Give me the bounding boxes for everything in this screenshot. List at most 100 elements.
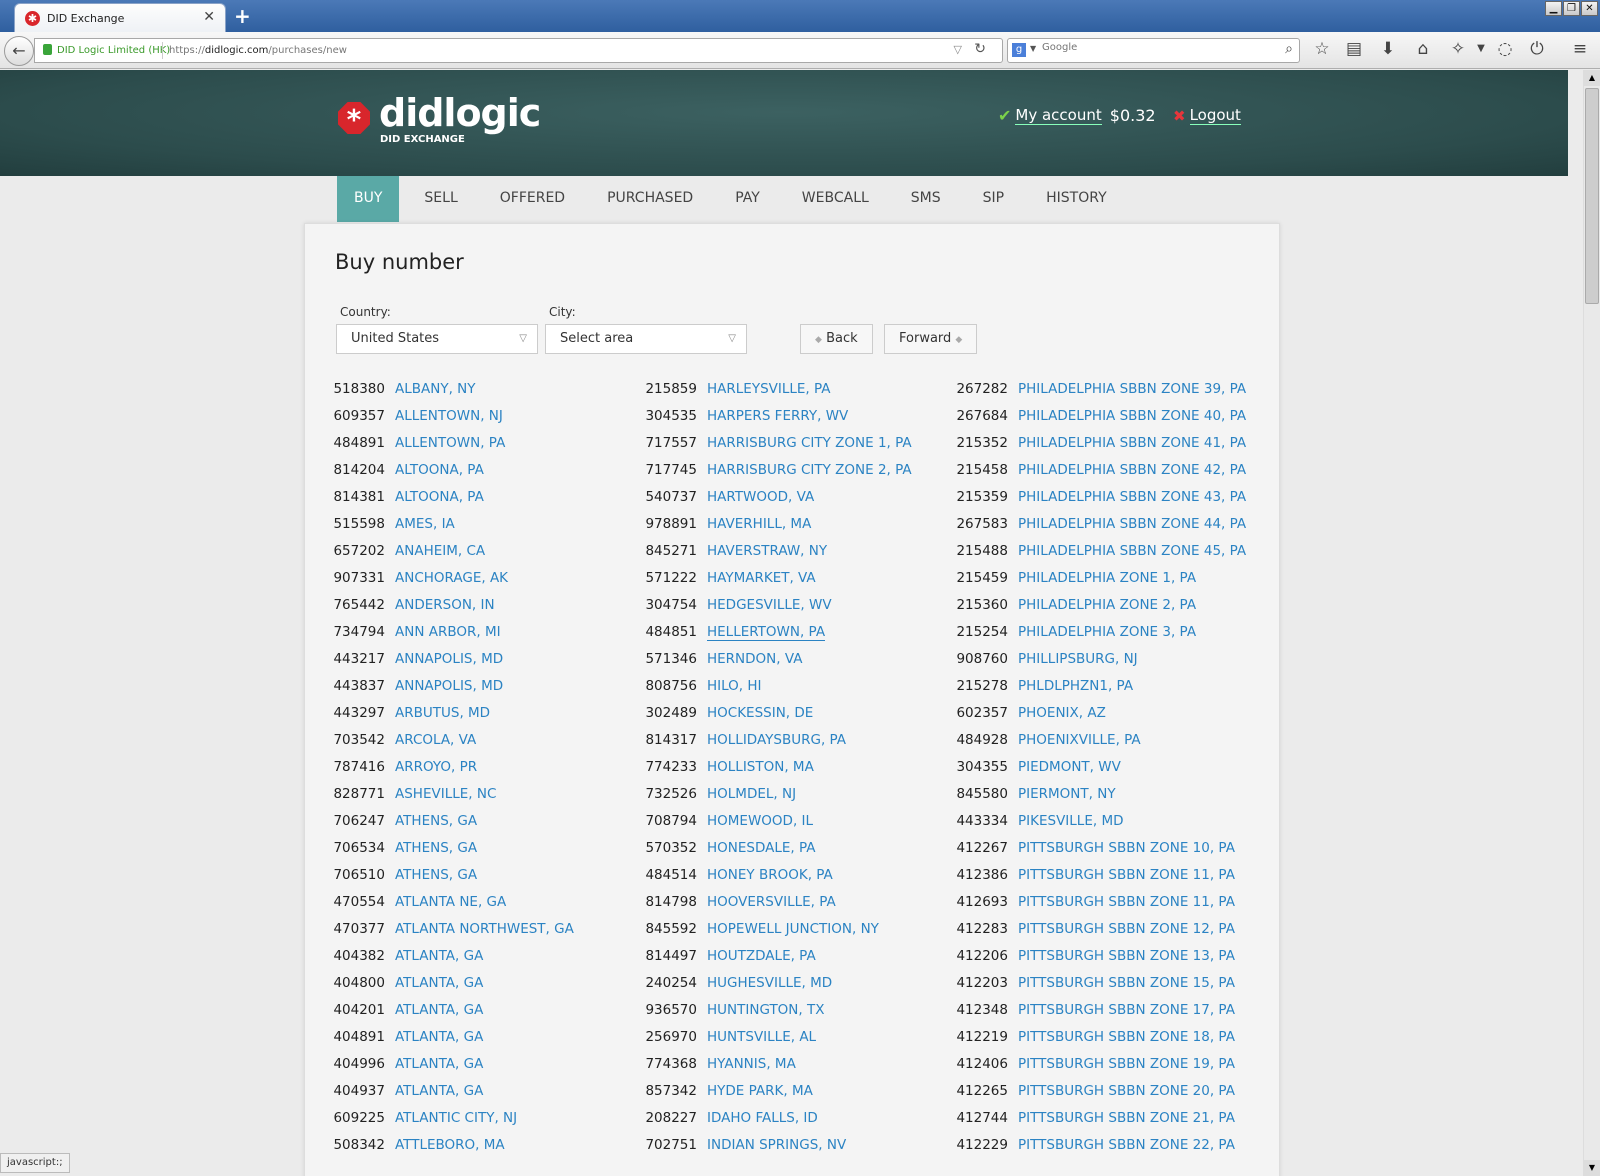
area-city-link[interactable]: ATLANTA, GA xyxy=(395,1029,483,1045)
addon-icon[interactable]: ✧ xyxy=(1447,39,1469,59)
area-city-link[interactable]: ARROYO, PR xyxy=(395,759,477,775)
area-city-link[interactable]: ALTOONA, PA xyxy=(395,462,484,478)
area-city-link[interactable]: PHILADELPHIA ZONE 1, PA xyxy=(1018,570,1196,586)
didlogic-logo-icon[interactable]: * xyxy=(338,102,370,134)
scroll-down-icon[interactable]: ▼ xyxy=(1584,1160,1600,1176)
url-dropdown-icon[interactable]: ▽ xyxy=(954,43,962,56)
area-city-link[interactable]: ATLANTA, GA xyxy=(395,1002,483,1018)
area-city-link[interactable]: PHOENIXVILLE, PA xyxy=(1018,732,1141,748)
back-button[interactable]: ◆ Back xyxy=(800,324,873,354)
new-tab-icon[interactable]: + xyxy=(234,4,251,28)
sync-icon[interactable]: ◌ xyxy=(1494,39,1516,59)
search-icon[interactable]: ⌕ xyxy=(1285,41,1293,57)
area-city-link[interactable]: HOLLISTON, MA xyxy=(707,759,814,775)
area-city-link[interactable]: ALTOONA, PA xyxy=(395,489,484,505)
area-city-link[interactable]: HONESDALE, PA xyxy=(707,840,816,856)
minimize-icon[interactable]: ▁ xyxy=(1545,1,1562,16)
forward-button[interactable]: Forward ◆ xyxy=(884,324,978,354)
url-text[interactable]: https://didlogic.com/purchases/new xyxy=(169,45,347,56)
search-engine-icon[interactable]: g xyxy=(1012,43,1026,57)
logo-text[interactable]: didlogic xyxy=(379,94,541,132)
area-city-link[interactable]: IDAHO FALLS, ID xyxy=(707,1110,818,1126)
nav-sms[interactable]: SMS xyxy=(894,176,958,222)
url-bar[interactable]: DID Logic Limited (HK) https://didlogic.… xyxy=(34,38,1003,63)
area-city-link[interactable]: HOPEWELL JUNCTION, NY xyxy=(707,921,879,937)
area-city-link[interactable]: AMES, IA xyxy=(395,516,455,532)
browser-tab[interactable]: ✱ DID Exchange ✕ xyxy=(14,3,226,33)
area-city-link[interactable]: PHILADELPHIA SBBN ZONE 43, PA xyxy=(1018,489,1246,505)
area-city-link[interactable]: ALBANY, NY xyxy=(395,381,476,397)
area-city-link[interactable]: ALLENTOWN, NJ xyxy=(395,408,503,424)
area-city-link[interactable]: ATLANTA, GA xyxy=(395,1083,483,1099)
area-city-link[interactable]: INDIAN SPRINGS, NV xyxy=(707,1137,846,1153)
area-city-link[interactable]: HOLMDEL, NJ xyxy=(707,786,796,802)
nav-sell[interactable]: SELL xyxy=(407,176,474,222)
home-icon[interactable]: ⌂ xyxy=(1412,39,1434,59)
area-city-link[interactable]: HEDGESVILLE, WV xyxy=(707,597,832,613)
site-identity[interactable]: DID Logic Limited (HK) xyxy=(57,45,170,56)
addon-dropdown-icon[interactable]: ▼ xyxy=(1470,43,1492,54)
area-city-link[interactable]: HOOVERSVILLE, PA xyxy=(707,894,836,910)
area-city-link[interactable]: PIKESVILLE, MD xyxy=(1018,813,1124,829)
browser-back-button[interactable]: ← xyxy=(4,36,34,66)
nav-buy[interactable]: BUY xyxy=(337,176,400,222)
area-city-link[interactable]: ATLANTA NORTHWEST, GA xyxy=(395,921,574,937)
my-account-link[interactable]: My account xyxy=(1015,106,1102,125)
area-city-link[interactable]: ARCOLA, VA xyxy=(395,732,476,748)
area-city-link[interactable]: ATHENS, GA xyxy=(395,867,477,883)
area-city-link[interactable]: PHLDLPHZN1, PA xyxy=(1018,678,1133,694)
area-city-link[interactable]: HARRISBURG CITY ZONE 2, PA xyxy=(707,462,912,478)
area-city-link[interactable]: PITTSBURGH SBBN ZONE 19, PA xyxy=(1018,1056,1235,1072)
area-city-link[interactable]: ANNAPOLIS, MD xyxy=(395,651,503,667)
area-city-link[interactable]: PHILADELPHIA ZONE 3, PA xyxy=(1018,624,1196,640)
area-city-link[interactable]: HAYMARKET, VA xyxy=(707,570,816,586)
area-city-link[interactable]: HOMEWOOD, IL xyxy=(707,813,813,829)
power-icon[interactable]: ⏻ xyxy=(1526,39,1548,59)
bookmark-star-icon[interactable]: ☆ xyxy=(1311,39,1333,59)
area-city-link[interactable]: PIEDMONT, WV xyxy=(1018,759,1121,775)
area-city-link[interactable]: HAVERHILL, MA xyxy=(707,516,811,532)
area-city-link[interactable]: PHOENIX, AZ xyxy=(1018,705,1106,721)
area-city-link[interactable]: HARTWOOD, VA xyxy=(707,489,814,505)
area-city-link[interactable]: PITTSBURGH SBBN ZONE 17, PA xyxy=(1018,1002,1235,1018)
scroll-up-icon[interactable]: ▲ xyxy=(1584,70,1600,86)
area-city-link[interactable]: PITTSBURGH SBBN ZONE 22, PA xyxy=(1018,1137,1235,1153)
area-city-link[interactable]: ATLANTIC CITY, NJ xyxy=(395,1110,517,1126)
search-engine-dropdown-icon[interactable]: ▼ xyxy=(1030,44,1036,53)
nav-offered[interactable]: OFFERED xyxy=(483,176,582,222)
area-city-link[interactable]: HARLEYSVILLE, PA xyxy=(707,381,831,397)
area-city-link[interactable]: ANDERSON, IN xyxy=(395,597,495,613)
area-city-link[interactable]: ANN ARBOR, MI xyxy=(395,624,501,640)
area-city-link[interactable]: ANNAPOLIS, MD xyxy=(395,678,503,694)
area-city-link[interactable]: PITTSBURGH SBBN ZONE 10, PA xyxy=(1018,840,1235,856)
area-city-link[interactable]: ASHEVILLE, NC xyxy=(395,786,496,802)
area-city-link[interactable]: PITTSBURGH SBBN ZONE 13, PA xyxy=(1018,948,1235,964)
area-city-link[interactable]: HYANNIS, MA xyxy=(707,1056,796,1072)
restore-icon[interactable]: ❐ xyxy=(1563,1,1580,16)
reload-icon[interactable]: ↻ xyxy=(974,41,986,57)
country-select[interactable]: United States ▽ xyxy=(336,324,538,354)
area-city-link[interactable]: ATLANTA, GA xyxy=(395,948,483,964)
scroll-thumb[interactable] xyxy=(1585,88,1599,304)
area-city-link[interactable]: PITTSBURGH SBBN ZONE 18, PA xyxy=(1018,1029,1235,1045)
nav-purchased[interactable]: PURCHASED xyxy=(590,176,710,222)
area-city-link[interactable]: PHILADELPHIA SBBN ZONE 40, PA xyxy=(1018,408,1246,424)
downloads-icon[interactable]: ⬇ xyxy=(1377,39,1399,59)
area-city-link[interactable]: HERNDON, VA xyxy=(707,651,802,667)
city-select[interactable]: Select area ▽ xyxy=(545,324,747,354)
search-bar[interactable]: g ▼ ⌕ xyxy=(1007,38,1300,63)
area-city-link[interactable]: ATLANTA, GA xyxy=(395,975,483,991)
area-city-link[interactable]: PITTSBURGH SBBN ZONE 11, PA xyxy=(1018,894,1235,910)
area-city-link[interactable]: HUGHESVILLE, MD xyxy=(707,975,832,991)
area-city-link[interactable]: PHILLIPSBURG, NJ xyxy=(1018,651,1138,667)
area-city-link[interactable]: PHILADELPHIA ZONE 2, PA xyxy=(1018,597,1196,613)
bookmarks-list-icon[interactable]: ▤ xyxy=(1343,39,1365,59)
tab-close-icon[interactable]: ✕ xyxy=(203,9,215,25)
area-city-link[interactable]: ATTLEBORO, MA xyxy=(395,1137,505,1153)
area-city-link[interactable]: PHILADELPHIA SBBN ZONE 39, PA xyxy=(1018,381,1246,397)
area-city-link[interactable]: HARRISBURG CITY ZONE 1, PA xyxy=(707,435,912,451)
area-city-link[interactable]: ATLANTA NE, GA xyxy=(395,894,506,910)
area-city-link[interactable]: ANAHEIM, CA xyxy=(395,543,485,559)
area-city-link[interactable]: HONEY BROOK, PA xyxy=(707,867,833,883)
area-city-link[interactable]: HAVERSTRAW, NY xyxy=(707,543,827,559)
